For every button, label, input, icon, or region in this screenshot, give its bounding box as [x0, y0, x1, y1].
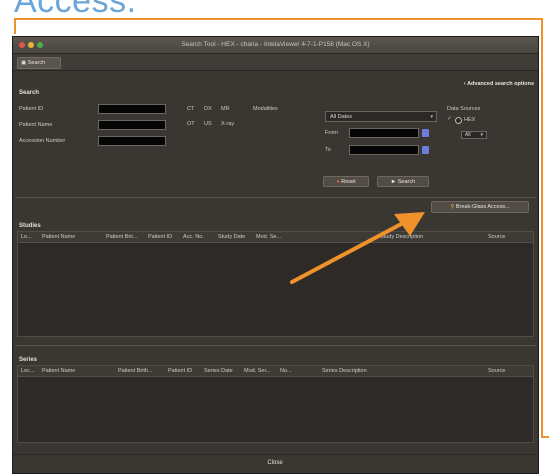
annotation-frame-tick — [541, 436, 549, 438]
series-col-patient-id[interactable]: Patient ID — [168, 368, 192, 374]
patient-id-input[interactable] — [98, 104, 166, 114]
studies-divider — [15, 345, 536, 346]
studies-col-location[interactable]: Lo... — [21, 234, 32, 240]
series-col-mod-series[interactable]: Mod. Ser... — [244, 368, 271, 374]
window-title: Search Tool - HEX - chana - IntelaViewer… — [181, 41, 370, 48]
studies-col-study-description[interactable]: Study Description — [380, 234, 423, 240]
patient-name-input[interactable] — [98, 120, 166, 130]
close-button[interactable]: Close — [253, 458, 297, 469]
series-col-patient-birth[interactable]: Patient Birth... — [118, 368, 153, 374]
modality-us[interactable]: US — [204, 121, 212, 127]
series-table-header: Loc... Patient Name Patient Birth... Pat… — [18, 366, 533, 377]
studies-col-source[interactable]: Source — [488, 234, 505, 240]
studies-section-title: Studies — [19, 223, 41, 229]
dates-select-value: All Dates — [330, 114, 353, 120]
search-tab[interactable]: ▣ Search — [17, 57, 61, 69]
studies-col-acc-no[interactable]: Acc. No. — [183, 234, 204, 240]
modalities-label: Modalities — [253, 106, 278, 112]
studies-col-patient-name[interactable]: Patient Name — [42, 234, 75, 240]
series-col-series-date[interactable]: Series Date — [204, 368, 233, 374]
series-col-source[interactable]: Source — [488, 368, 505, 374]
studies-table-header: Lo... Patient Name Patient Birt... Patie… — [18, 232, 533, 243]
data-source-radio-hex[interactable] — [455, 117, 462, 124]
studies-col-patient-birth[interactable]: Patient Birt... — [106, 234, 138, 240]
search-tab-icon: ▣ — [21, 60, 27, 66]
series-section-title: Series — [19, 357, 38, 363]
search-tool-window: Search Tool - HEX - chana - IntelaViewer… — [12, 36, 539, 474]
modality-x-ray[interactable]: X-ray — [221, 121, 234, 127]
annotation-frame-left — [14, 18, 16, 34]
patient-id-label: Patient ID — [19, 106, 44, 112]
search-tab-label: Search — [27, 60, 46, 66]
accession-number-label: Accession Number — [19, 138, 66, 144]
chevron-down-icon: ▾ — [480, 132, 483, 138]
series-col-number[interactable]: No... — [280, 368, 292, 374]
studies-col-study-date[interactable]: Study Date — [218, 234, 245, 240]
reset-button[interactable]: ● Reset — [323, 176, 369, 187]
to-label: To — [325, 147, 331, 153]
series-col-series-description[interactable]: Series Description — [322, 368, 367, 374]
break-glass-access-button[interactable]: ⚲ Break-Glass Access... — [431, 201, 529, 213]
annotation-frame-right — [541, 18, 543, 436]
search-divider — [15, 197, 536, 198]
calendar-icon[interactable] — [422, 146, 429, 154]
accession-number-input[interactable] — [98, 136, 166, 146]
modality-ot[interactable]: OT — [187, 121, 195, 127]
advanced-search-link[interactable]: ‹ Advanced search options — [464, 81, 534, 87]
chevron-down-icon: ▾ — [430, 114, 433, 120]
data-sources-title: Data Sources — [447, 106, 481, 112]
checkmark-icon: ✓ — [447, 116, 453, 122]
from-label: From — [325, 130, 338, 136]
studies-col-patient-id[interactable]: Patient ID — [148, 234, 172, 240]
calendar-icon[interactable] — [422, 129, 429, 137]
data-source-hex-label: HEX — [464, 117, 476, 123]
dates-select[interactable]: All Dates ▾ — [325, 111, 437, 122]
search-button[interactable]: ► Search — [377, 176, 429, 187]
title-bar: Search Tool - HEX - chana - IntelaViewer… — [13, 37, 538, 54]
modality-dx[interactable]: DX — [204, 106, 212, 112]
series-col-location[interactable]: Loc... — [21, 368, 34, 374]
patient-name-label: Patient Name — [19, 122, 53, 128]
studies-table[interactable]: Lo... Patient Name Patient Birt... Patie… — [17, 231, 534, 337]
footer-bar: Close — [13, 454, 538, 473]
modality-mr[interactable]: MR — [221, 106, 230, 112]
series-table[interactable]: Loc... Patient Name Patient Birth... Pat… — [17, 365, 534, 443]
toolbar: ▣ Search — [13, 54, 538, 71]
modality-ct[interactable]: CT — [187, 106, 194, 112]
studies-col-mod-series[interactable]: Mod. Se... — [256, 234, 281, 240]
series-col-patient-name[interactable]: Patient Name — [42, 368, 75, 374]
from-date-input[interactable] — [349, 128, 419, 138]
to-date-input[interactable] — [349, 145, 419, 155]
data-source-select[interactable]: All ▾ — [461, 131, 487, 139]
annotation-frame-top — [14, 18, 541, 20]
search-section-title: Search — [19, 90, 40, 96]
search-icon: ► — [390, 179, 398, 185]
